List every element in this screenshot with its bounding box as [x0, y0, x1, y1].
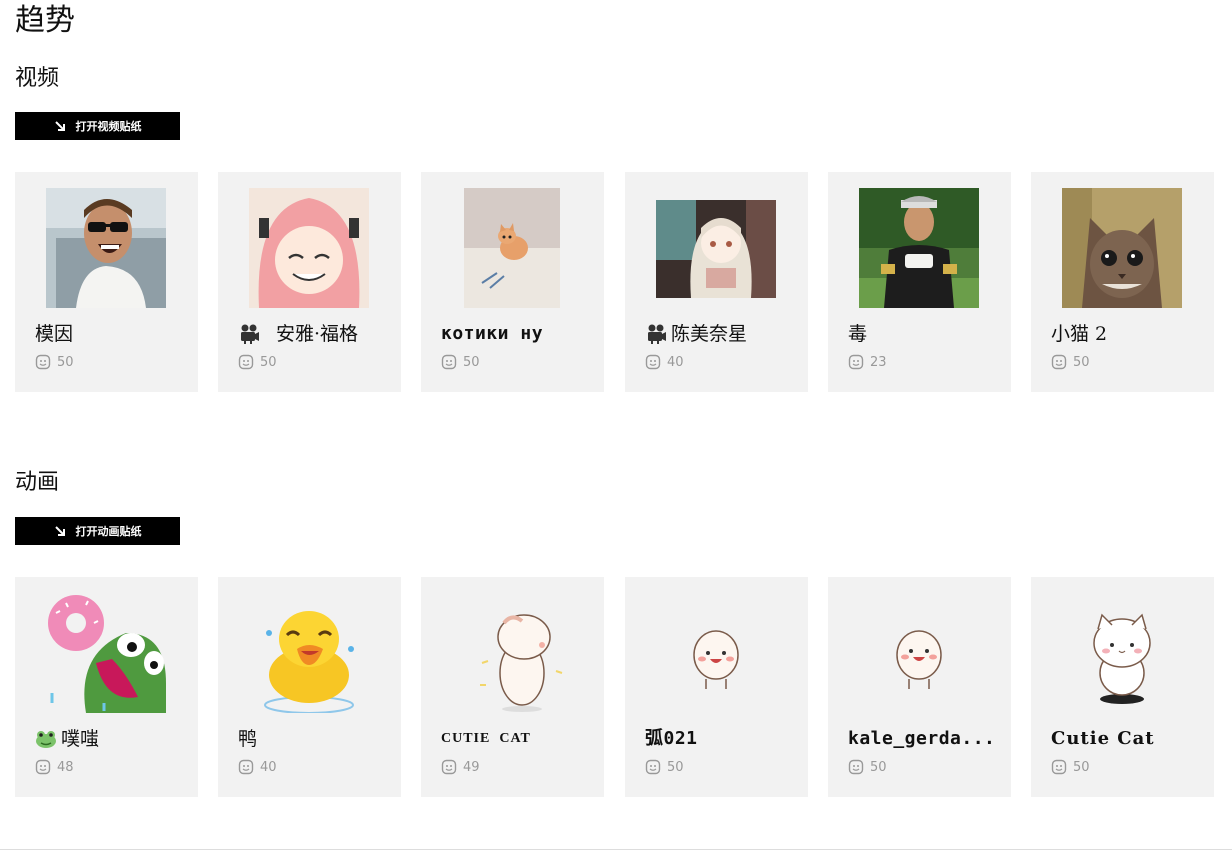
sticker-pack-card[interactable]: 噗嗤 48	[15, 577, 198, 797]
sticker-thumbnail	[46, 593, 166, 713]
page-title: 趋势	[15, 3, 75, 38]
sticker-icon	[35, 354, 51, 370]
sticker-count: 49	[441, 757, 480, 777]
sticker-icon	[848, 759, 864, 775]
sticker-pack-name: 小猫 2	[1051, 323, 1108, 345]
sticker-icon	[645, 354, 661, 370]
sticker-pack-card[interactable]: 模因 50	[15, 172, 198, 392]
sticker-thumbnail	[452, 188, 572, 308]
sticker-pack-card[interactable]: kale_gerda... 50	[828, 577, 1011, 797]
sticker-pack-name: 陈美奈星	[645, 320, 795, 348]
sticker-pack-card[interactable]: Cutie Cat 50	[1031, 577, 1214, 797]
sticker-icon	[35, 759, 51, 775]
sticker-pack-name: 鸭	[238, 728, 258, 750]
sticker-icon	[441, 354, 457, 370]
sticker-thumbnail	[656, 188, 776, 308]
sticker-pack-card[interactable]: 安雅·福格 50	[218, 172, 401, 392]
sticker-thumbnail	[859, 188, 979, 308]
sticker-count: 50	[848, 757, 887, 777]
movie-camera-icon	[645, 323, 667, 345]
sticker-count: 40	[238, 757, 277, 777]
sticker-pack-name: kale_gerda...	[848, 728, 996, 749]
sticker-pack-name: 毒	[848, 323, 868, 345]
sticker-pack-card[interactable]: котики ну 50	[421, 172, 604, 392]
footer-divider	[0, 849, 1232, 850]
sticker-pack-card[interactable]: 陈美奈星 40	[625, 172, 808, 392]
sticker-count: 40	[645, 352, 684, 372]
open-animation-stickers-label: 打开动画贴纸	[75, 525, 142, 538]
sticker-pack-card[interactable]: 毒 23	[828, 172, 1011, 392]
sticker-count: 50	[441, 352, 480, 372]
sticker-thumbnail	[46, 188, 166, 308]
sticker-thumbnail	[1062, 188, 1182, 308]
sticker-count: 50	[1051, 757, 1090, 777]
sticker-icon	[238, 759, 254, 775]
section-title-animation: 动画	[15, 470, 60, 495]
sticker-thumbnail	[249, 593, 369, 713]
sticker-icon	[645, 759, 661, 775]
sticker-pack-card[interactable]: 鸭 40	[218, 577, 401, 797]
arrow-down-right-icon	[54, 120, 66, 132]
sticker-icon	[238, 354, 254, 370]
section-title-video: 视频	[15, 66, 60, 91]
sticker-icon	[1051, 354, 1067, 370]
sticker-pack-name: CUTIE CAT	[441, 731, 531, 746]
sticker-icon	[1051, 759, 1067, 775]
sticker-pack-card[interactable]: 小猫 2 50	[1031, 172, 1214, 392]
sticker-count: 23	[848, 352, 887, 372]
sticker-thumbnail	[452, 593, 572, 713]
sticker-pack-card[interactable]: CUTIE CAT 49	[421, 577, 604, 797]
animation-sticker-grid: 噗嗤 48 鸭 40 CUTIE CAT 49 弧021 50 kale_ger…	[15, 577, 1215, 797]
sticker-pack-name: 弧021	[645, 728, 698, 749]
sticker-pack-name: Cutie Cat	[1051, 728, 1155, 749]
sticker-count: 50	[35, 352, 74, 372]
open-animation-stickers-button[interactable]: 打开动画贴纸	[15, 517, 180, 545]
arrow-down-right-icon	[54, 525, 66, 537]
sticker-thumbnail	[859, 593, 979, 713]
sticker-icon	[848, 354, 864, 370]
movie-camera-icon	[238, 323, 260, 345]
open-video-stickers-label: 打开视频贴纸	[75, 120, 142, 133]
sticker-count: 50	[1051, 352, 1090, 372]
sticker-thumbnail	[249, 188, 369, 308]
open-video-stickers-button[interactable]: 打开视频贴纸	[15, 112, 180, 140]
video-sticker-grid: 模因 50 安雅·福格 50 котики ну 50 陈美奈星 40 毒 23…	[15, 172, 1215, 392]
sticker-thumbnail	[656, 593, 776, 713]
sticker-pack-card[interactable]: 弧021 50	[625, 577, 808, 797]
sticker-count: 50	[238, 352, 277, 372]
sticker-pack-name: 噗嗤	[35, 725, 185, 753]
sticker-pack-name: 安雅·福格	[238, 320, 388, 348]
sticker-pack-name: 模因	[35, 323, 74, 345]
sticker-pack-name: котики ну	[441, 323, 544, 344]
sticker-thumbnail	[1062, 593, 1182, 713]
sticker-count: 50	[645, 757, 684, 777]
sticker-count: 48	[35, 757, 74, 777]
sticker-icon	[441, 759, 457, 775]
frog-icon	[35, 728, 57, 750]
